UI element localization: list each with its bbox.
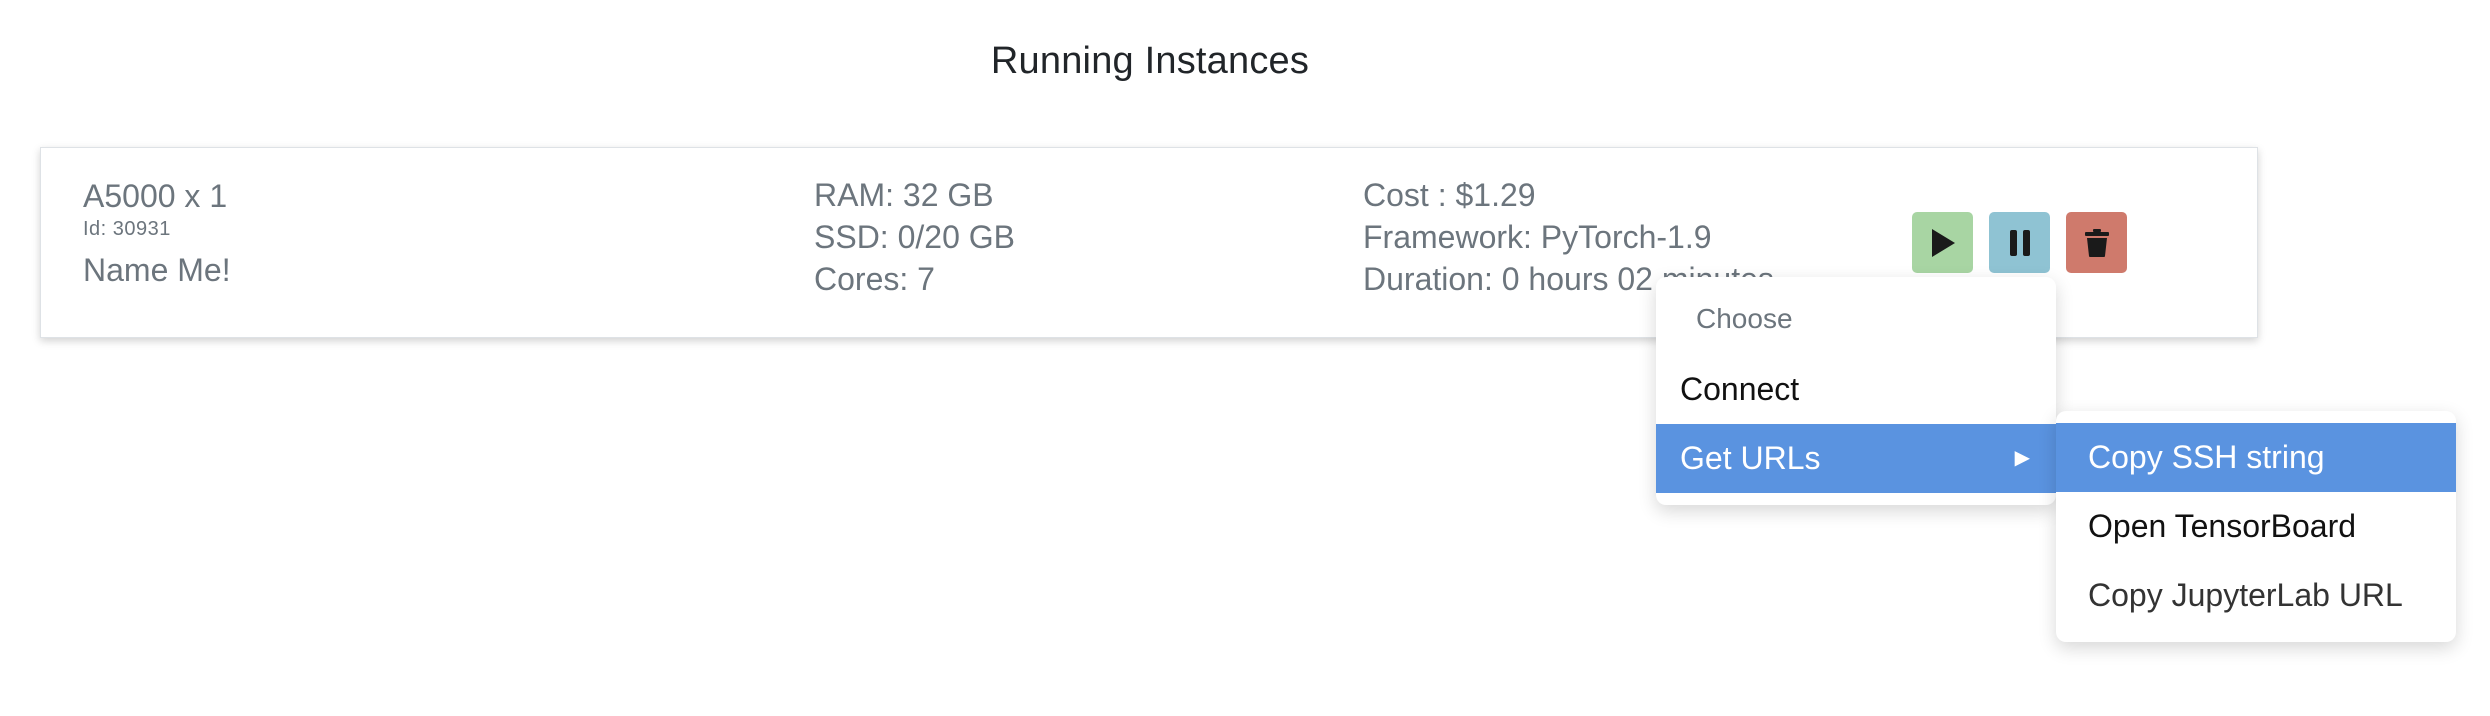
context-menu: Choose Connect Get URLs ▶ [1656,277,2056,505]
trash-icon [2084,228,2109,257]
page: Running Instances A5000 x 1 Id: 30931 Na… [0,0,2490,716]
menu-item-get-urls[interactable]: Get URLs ▶ [1656,424,2056,493]
gpu-label: A5000 x 1 [83,178,228,214]
menu-item-copy-ssh-string[interactable]: Copy SSH string [2056,423,2456,492]
menu-item-label: Get URLs [1680,440,1821,476]
page-title: Running Instances [990,40,1310,82]
instance-specs-column: RAM: 32 GB SSD: 0/20 GB Cores: 7 [814,174,1015,300]
instance-id: Id: 30931 [83,218,171,240]
menu-item-label: Open TensorBoard [2088,508,2357,544]
menu-item-label: Connect [1680,371,1800,407]
ram-label: RAM: 32 GB [814,177,994,213]
menu-item-label: Copy JupyterLab URL [2088,577,2403,613]
menu-header: Choose [1696,303,1793,334]
ssd-label: SSD: 0/20 GB [814,219,1015,255]
pause-button[interactable] [1989,212,2050,273]
start-button[interactable] [1912,212,1973,273]
menu-item-connect[interactable]: Connect [1656,355,2056,424]
instance-name-column: A5000 x 1 Id: 30931 Name Me! [83,176,231,292]
framework-label: Framework: PyTorch-1.9 [1363,219,1712,255]
delete-button[interactable] [2066,212,2127,273]
get-urls-submenu: Copy SSH string Open TensorBoard Copy Ju… [2056,411,2456,642]
menu-item-label: Copy SSH string [2088,439,2325,475]
cost-label: Cost : $1.29 [1363,177,1536,213]
instance-actions [1912,212,2127,273]
menu-item-open-tensorboard[interactable]: Open TensorBoard [2056,492,2456,561]
menu-item-copy-jupyterlab-url[interactable]: Copy JupyterLab URL [2056,561,2456,630]
instance-name[interactable]: Name Me! [83,248,231,292]
pause-icon [2009,229,2030,256]
cores-label: Cores: 7 [814,261,935,297]
play-icon [1931,228,1955,257]
submenu-arrow-icon: ▶ [2014,447,2030,469]
